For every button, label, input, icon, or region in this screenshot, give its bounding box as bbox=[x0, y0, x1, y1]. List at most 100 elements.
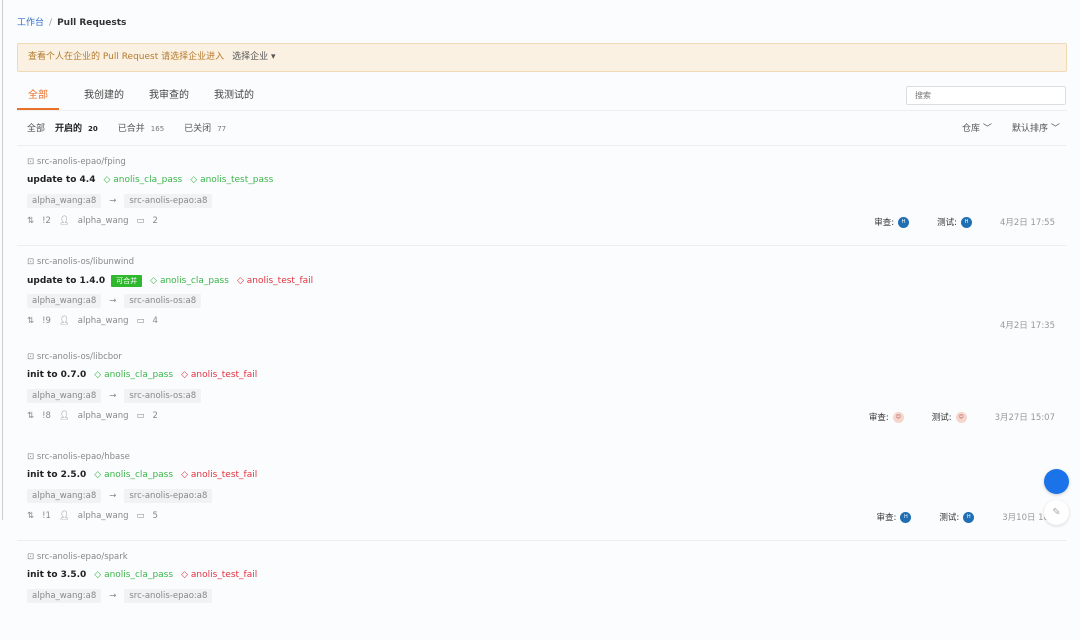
repo-text: src-anolis-epao/spark bbox=[36, 552, 128, 562]
pr-title[interactable]: update to 1.4.0 可合并 ◇ anolis_cla_pass ◇ ano… bbox=[27, 275, 313, 287]
source-branch: alpha_wang:a8 bbox=[27, 589, 102, 603]
divider bbox=[17, 145, 1067, 146]
comment-count: 2 bbox=[152, 216, 158, 226]
label-tag[interactable]: ◇ anolis_test_fail bbox=[181, 370, 257, 380]
arrow-right-icon: → bbox=[109, 591, 117, 601]
select-enterprise-dropdown[interactable]: 选择企业 ▾ bbox=[232, 52, 275, 62]
pr-number[interactable]: !2 bbox=[42, 216, 51, 226]
arrow-right-icon: → bbox=[109, 391, 117, 401]
search-input[interactable] bbox=[906, 86, 1066, 105]
tag-text: anolis_test_pass bbox=[200, 175, 274, 185]
reviewer-avatar[interactable]: H bbox=[900, 511, 912, 523]
pr-meta: ⇅ !8 👤︎ alpha_wang ▭ 2 bbox=[27, 411, 166, 421]
updated-time: 4月2日 17:35 bbox=[999, 321, 1055, 331]
label-tag[interactable]: ◇ anolis_cla_pass bbox=[94, 370, 173, 380]
tester-avatar[interactable]: H bbox=[963, 511, 975, 523]
target-branch: src-anolis-epao:a8 bbox=[124, 194, 213, 208]
pr-title[interactable]: update to 4.4 ◇ anolis_cla_pass ◇ anolis_t… bbox=[27, 175, 273, 185]
reviewer-label: 审查: bbox=[876, 513, 897, 523]
author[interactable]: alpha_wang bbox=[78, 316, 129, 326]
tag-icon: ◇ bbox=[181, 570, 188, 580]
pr-title[interactable]: init to 3.5.0 ◇ anolis_cla_pass ◇ anolis_t… bbox=[27, 570, 257, 580]
divider bbox=[17, 245, 1067, 246]
pr-title[interactable]: init to 0.7.0 ◇ anolis_cla_pass ◇ anolis_t… bbox=[27, 370, 257, 380]
assistant-button[interactable] bbox=[1044, 469, 1069, 494]
pr-list-item[interactable]: ⊡ src-anolis-epao/hbase init to 2.5.0 ◇ a… bbox=[17, 445, 1067, 540]
branches: alpha_wang:a8 → src-anolis-epao:a8 bbox=[27, 589, 213, 603]
label-tag[interactable]: ◇ anolis_test_pass bbox=[190, 175, 273, 185]
tab-reviewed[interactable]: 我审查的 bbox=[139, 82, 199, 110]
source-branch: alpha_wang:a8 bbox=[27, 389, 102, 403]
pr-list-item[interactable]: ⊡ src-anolis-os/libunwind update to 1.4.… bbox=[17, 250, 1067, 345]
pr-right: 审查: H 测试: H 4月2日 17:55 bbox=[874, 216, 1055, 228]
tag-text: anolis_cla_pass bbox=[104, 470, 174, 480]
sort-dropdown[interactable]: 默认排序 ﹀ bbox=[1012, 121, 1060, 134]
repo-name[interactable]: ⊡ src-anolis-epao/hbase bbox=[27, 452, 130, 462]
arrow-right-icon: → bbox=[109, 491, 117, 501]
tag-text: anolis_cla_pass bbox=[104, 370, 174, 380]
repo-filter-dropdown[interactable]: 仓库 ﹀ bbox=[962, 121, 992, 134]
pr-icon: ⇅ bbox=[27, 316, 35, 326]
source-branch: alpha_wang:a8 bbox=[27, 489, 102, 503]
tester-label: 测试: bbox=[931, 413, 952, 423]
reviewer-avatar[interactable]: ☺ bbox=[892, 411, 904, 423]
pr-list-item[interactable]: ⊡ src-anolis-os/libcbor init to 0.7.0 ◇ a… bbox=[17, 345, 1067, 440]
branches: alpha_wang:a8 → src-anolis-epao:a8 bbox=[27, 489, 213, 503]
source-branch: alpha_wang:a8 bbox=[27, 294, 102, 308]
comment-count: 5 bbox=[152, 511, 158, 521]
pr-right: 审查: H 测试: H 3月10日 18 bbox=[876, 511, 1049, 523]
tag-icon: ◇ bbox=[236, 276, 244, 286]
label-tag[interactable]: ◇ anolis_cla_pass bbox=[94, 570, 173, 580]
author[interactable]: alpha_wang bbox=[78, 216, 129, 226]
label-tag[interactable]: ◇ anolis_test_fail bbox=[181, 470, 257, 480]
source-branch: alpha_wang:a8 bbox=[27, 194, 102, 208]
tab-tested[interactable]: 我测试的 bbox=[199, 82, 269, 110]
tag-text: anolis_cla_pass bbox=[159, 276, 229, 286]
label-tag[interactable]: ◇ anolis_cla_pass bbox=[103, 175, 182, 185]
author[interactable]: alpha_wang bbox=[78, 511, 129, 521]
breadcrumb-home[interactable]: 工作台 bbox=[17, 18, 44, 28]
filter-merged[interactable]: 已合并 165 bbox=[118, 121, 164, 134]
filter-closed[interactable]: 已关闭 77 bbox=[184, 121, 246, 134]
pr-list-item[interactable]: ⊡ src-anolis-epao/spark init to 3.5.0 ◇ a… bbox=[17, 545, 1067, 640]
tag-text: anolis_test_fail bbox=[190, 470, 258, 480]
feedback-button[interactable]: ✎ bbox=[1044, 500, 1069, 525]
repo-icon: ⊡ bbox=[27, 552, 35, 562]
comment-icon: ▭ bbox=[136, 511, 145, 521]
reviewer-avatar[interactable]: H bbox=[898, 216, 910, 228]
repo-icon: ⊡ bbox=[27, 352, 35, 362]
repo-name[interactable]: ⊡ src-anolis-epao/fping bbox=[27, 157, 126, 167]
repo-name[interactable]: ⊡ src-anolis-epao/spark bbox=[27, 552, 128, 562]
repo-text: src-anolis-epao/fping bbox=[36, 157, 126, 167]
tab-created[interactable]: 我创建的 bbox=[69, 82, 139, 110]
tag-text: anolis_test_fail bbox=[190, 570, 258, 580]
filter-open-label: 开启的 bbox=[55, 124, 83, 134]
filter-open[interactable]: 开启的 20 bbox=[55, 121, 98, 134]
label-tag[interactable]: ◇ anolis_cla_pass bbox=[150, 276, 229, 286]
status-filters: 全部 开启的 20 已合并 165 已关闭 77 bbox=[27, 121, 266, 134]
pr-number[interactable]: !8 bbox=[42, 411, 51, 421]
filter-all[interactable]: 全部 bbox=[27, 121, 45, 134]
target-branch: src-anolis-os:a8 bbox=[124, 389, 202, 403]
updated-time: 4月2日 17:55 bbox=[999, 218, 1055, 228]
repo-icon: ⊡ bbox=[27, 452, 35, 462]
pr-number[interactable]: !1 bbox=[42, 511, 51, 521]
tab-all[interactable]: 全部 bbox=[17, 82, 59, 110]
tester-avatar[interactable]: ☺ bbox=[955, 411, 967, 423]
pr-number[interactable]: !9 bbox=[42, 316, 51, 326]
repo-name[interactable]: ⊡ src-anolis-os/libunwind bbox=[27, 257, 134, 267]
label-tag[interactable]: ◇ anolis_test_fail bbox=[237, 276, 313, 286]
tester-avatar[interactable]: H bbox=[960, 216, 972, 228]
pr-title[interactable]: init to 2.5.0 ◇ anolis_cla_pass ◇ anolis_t… bbox=[27, 470, 257, 480]
repo-name[interactable]: ⊡ src-anolis-os/libcbor bbox=[27, 352, 122, 362]
reviewer-label: 审查: bbox=[874, 218, 895, 228]
author[interactable]: alpha_wang bbox=[78, 411, 129, 421]
pr-icon: ⇅ bbox=[27, 411, 35, 421]
label-tag[interactable]: ◇ anolis_test_fail bbox=[181, 570, 257, 580]
label-tag[interactable]: ◇ anolis_cla_pass bbox=[94, 470, 173, 480]
pr-list-item[interactable]: ⊡ src-anolis-epao/fping update to 4.4 ◇ a… bbox=[17, 150, 1067, 245]
tag-icon: ◇ bbox=[190, 175, 198, 185]
pr-right: 审查: ☺ 测试: ☺ 3月27日 15:07 bbox=[869, 411, 1055, 423]
repo-text: src-anolis-epao/hbase bbox=[36, 452, 130, 462]
arrow-right-icon: → bbox=[109, 196, 117, 206]
